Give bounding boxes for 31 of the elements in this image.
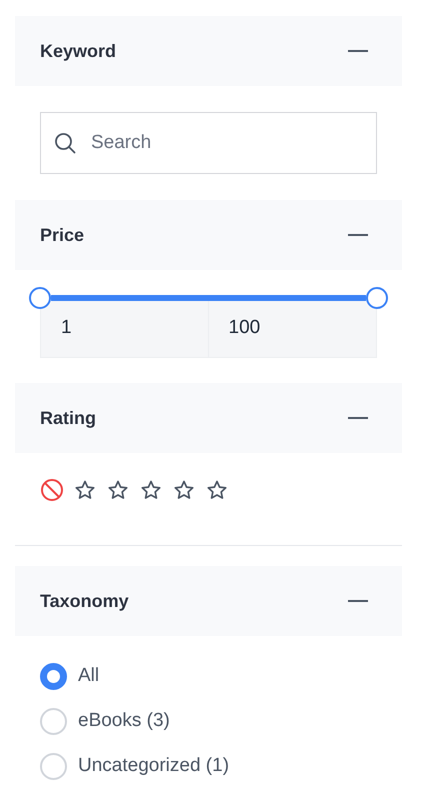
section-title: Rating [40,406,96,430]
minus-icon[interactable] [348,599,368,603]
section-title: Price [40,224,84,246]
option-label: eBooks (3) [78,708,170,733]
search-icon [54,132,76,154]
radio-option[interactable]: All [40,663,377,689]
slider-handle[interactable] [29,287,51,309]
no-rating-icon[interactable] [40,478,64,502]
section-title: Taxonomy [40,590,129,613]
option-label: Uncategorized (1) [78,754,230,778]
star-icon[interactable] [173,478,196,502]
section-header[interactable]: Rating [15,383,402,453]
radio-option[interactable]: Uncategorized (1) [40,753,377,779]
section-header[interactable]: Keyword [15,16,402,86]
star-icon[interactable] [140,478,163,502]
minus-icon[interactable] [348,49,368,53]
max-price-field[interactable]: 100 [208,298,377,358]
minus-icon[interactable] [348,416,368,420]
search-field[interactable]: Search [40,112,377,174]
min-price-field[interactable]: 1 [40,298,208,358]
section-title: Keyword [40,40,116,63]
star-icon[interactable] [74,478,97,502]
section-header[interactable]: Taxonomy [15,566,402,636]
star-icon[interactable] [206,478,229,502]
star-icon[interactable] [107,478,130,502]
section-header[interactable]: Price [15,200,402,270]
minus-icon[interactable] [348,233,368,237]
option-label: All [78,664,100,688]
radio-button[interactable] [40,662,67,690]
slider-handle[interactable] [366,287,388,309]
radio-option[interactable]: eBooks (3) [40,708,377,734]
